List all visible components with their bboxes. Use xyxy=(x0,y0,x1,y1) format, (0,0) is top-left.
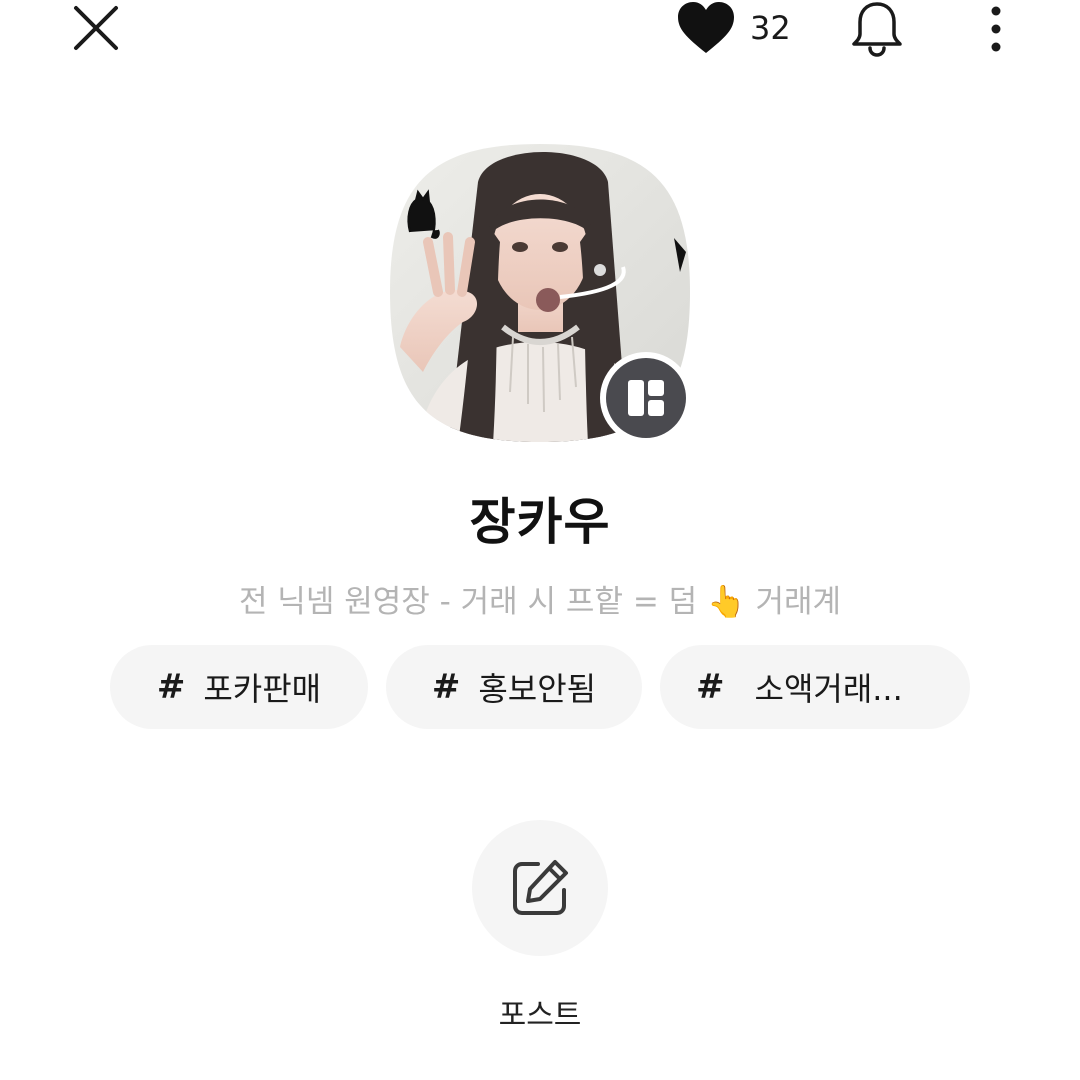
avatar-container xyxy=(388,142,692,446)
heart-icon xyxy=(678,2,734,53)
tag-chip[interactable]: # 포카판매 xyxy=(110,645,368,729)
profile-bio: 전 닉넴 원영장 - 거래 시 프핱 = 덤 👆 거래계 xyxy=(238,584,842,620)
hash-icon: # xyxy=(156,667,186,707)
shop-badge[interactable] xyxy=(600,352,692,444)
bell-icon xyxy=(852,2,902,57)
post-label: 포스트 xyxy=(498,998,582,1033)
like-button[interactable]: 32 xyxy=(676,0,791,56)
close-button[interactable] xyxy=(66,0,126,56)
post-button[interactable] xyxy=(472,820,608,956)
edit-icon xyxy=(513,860,568,915)
like-count: 32 xyxy=(750,9,791,47)
tag-chip[interactable]: # 소액거래... xyxy=(660,645,970,729)
hash-icon: # xyxy=(696,667,725,707)
more-button[interactable] xyxy=(972,0,1020,58)
profile-page: 32 장카우 전 닉넴 원영장 - 거래 시 프핱 = 덤 👆 거래계 # 포카… xyxy=(0,0,1080,1080)
hash-icon: # xyxy=(431,667,461,707)
tag-label: 홍보안됨 xyxy=(478,670,597,708)
close-icon xyxy=(74,6,118,50)
notification-button[interactable] xyxy=(846,0,908,58)
tag-label: 소액거래... xyxy=(754,670,903,708)
shop-badge-icon xyxy=(606,358,686,438)
tag-chip[interactable]: # 홍보안됨 xyxy=(386,645,642,729)
tag-list: # 포카판매 # 홍보안됨 # 소액거래... xyxy=(110,645,970,729)
more-vertical-icon xyxy=(991,6,1001,52)
tag-label: 포카판매 xyxy=(203,670,322,708)
profile-name: 장카우 xyxy=(469,493,611,551)
